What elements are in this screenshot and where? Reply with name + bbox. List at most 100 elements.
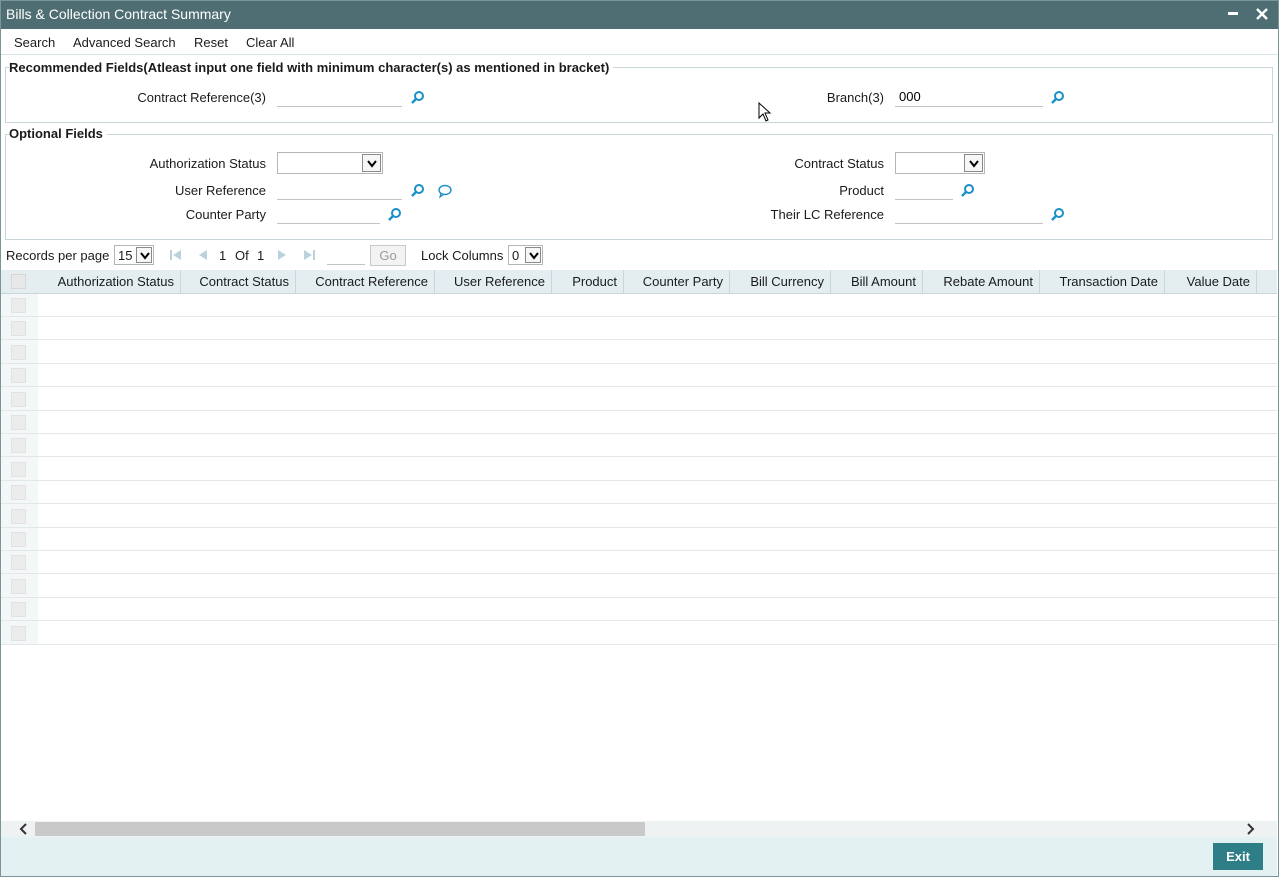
contract-reference-input[interactable] [277, 87, 402, 107]
chevron-down-icon [525, 247, 541, 263]
counter-party-label: Counter Party [185, 207, 266, 222]
table-row[interactable] [1, 622, 1277, 645]
row-checkbox[interactable] [11, 298, 26, 313]
minimize-icon[interactable] [1227, 3, 1239, 25]
search-button[interactable]: Search [14, 35, 55, 50]
row-checkbox[interactable] [11, 415, 26, 430]
user-reference-input[interactable] [277, 180, 402, 200]
clear-all-button[interactable]: Clear All [246, 35, 294, 50]
contract-status-select[interactable] [895, 152, 985, 174]
row-checkbox[interactable] [11, 368, 26, 384]
column-header-user-reference[interactable]: User Reference [435, 270, 552, 294]
table-row[interactable] [1, 458, 1277, 481]
chevron-down-icon [964, 154, 983, 172]
previous-page-icon[interactable] [196, 248, 210, 262]
first-page-icon[interactable] [169, 248, 183, 262]
row-checkbox[interactable] [11, 438, 26, 454]
speech-bubble-icon[interactable] [437, 183, 453, 199]
branch-lookup-icon[interactable] [1050, 90, 1066, 106]
column-header-transaction-date[interactable]: Transaction Date [1040, 270, 1165, 294]
footer-bar: Exit [1, 837, 1277, 876]
column-header-product[interactable]: Product [552, 270, 624, 294]
table-row[interactable] [1, 598, 1277, 622]
window-titlebar: Bills & Collection Contract Summary [0, 0, 1279, 29]
table-row[interactable] [1, 505, 1277, 528]
chevron-down-icon [136, 247, 152, 263]
column-header-contract-status[interactable]: Contract Status [181, 270, 296, 294]
current-page: 1 [219, 248, 227, 263]
column-header-counter-party[interactable]: Counter Party [624, 270, 730, 294]
row-checkbox[interactable] [11, 532, 26, 547]
column-header-contract-reference[interactable]: Contract Reference [296, 270, 435, 294]
lock-columns-select[interactable]: 0 [508, 245, 543, 265]
contract-reference-label: Contract Reference(3) [137, 90, 266, 105]
total-pages: 1 [257, 248, 265, 263]
next-page-icon[interactable] [275, 248, 289, 262]
user-reference-label: User Reference [174, 183, 266, 198]
of-label: Of [235, 248, 249, 263]
lock-columns-value: 0 [512, 248, 520, 263]
counter-party-input[interactable] [277, 204, 380, 224]
reset-button[interactable]: Reset [194, 35, 228, 50]
their-lc-reference-input[interactable] [895, 204, 1043, 224]
go-button[interactable]: Go [370, 245, 406, 266]
authorization-status-select[interactable] [277, 152, 383, 174]
row-checkbox[interactable] [11, 485, 26, 501]
row-checkbox[interactable] [11, 391, 26, 407]
horizontal-scrollbar[interactable] [1, 821, 1277, 837]
table-row[interactable] [1, 575, 1277, 598]
user-reference-lookup-icon[interactable] [410, 183, 426, 199]
authorization-status-label: Authorization Status [149, 156, 266, 171]
contract-reference-lookup-icon[interactable] [410, 90, 426, 106]
product-label: Product [839, 183, 884, 198]
table-row[interactable] [1, 341, 1277, 364]
advanced-search-button[interactable]: Advanced Search [73, 35, 176, 50]
records-per-page-select[interactable]: 15 [114, 245, 154, 265]
select-all-checkbox[interactable] [11, 274, 26, 289]
branch-input[interactable] [895, 87, 1043, 107]
table-row[interactable] [1, 551, 1277, 575]
scrollbar-thumb[interactable] [35, 822, 645, 836]
row-checkbox[interactable] [11, 625, 26, 641]
table-row[interactable] [1, 411, 1277, 434]
their-lc-reference-lookup-icon[interactable] [1050, 207, 1066, 223]
column-header-bill-amount[interactable]: Bill Amount [831, 270, 923, 294]
column-header-authorization-status[interactable]: Authorization Status [38, 270, 181, 294]
table-row[interactable] [1, 364, 1277, 388]
records-per-page-label: Records per page [6, 248, 110, 263]
counter-party-lookup-icon[interactable] [387, 207, 403, 223]
exit-button[interactable]: Exit [1213, 843, 1263, 870]
table-row[interactable] [1, 388, 1277, 411]
pagination-bar: Records per page 15 1 Of 1 Go Lock Colum… [0, 242, 1279, 268]
row-checkbox[interactable] [11, 321, 26, 337]
lock-columns-label: Lock Columns [421, 248, 504, 263]
their-lc-reference-label: Their LC Reference [770, 207, 884, 222]
row-checkbox[interactable] [11, 578, 26, 594]
row-checkbox[interactable] [11, 508, 26, 524]
table-row[interactable] [1, 294, 1277, 317]
table-row[interactable] [1, 528, 1277, 551]
row-checkbox[interactable] [11, 602, 26, 618]
toolbar: Search Advanced Search Reset Clear All [0, 30, 1279, 55]
product-input[interactable] [895, 180, 953, 200]
last-page-icon[interactable] [302, 248, 316, 262]
window-title: Bills & Collection Contract Summary [6, 6, 231, 22]
branch-label: Branch(3) [826, 90, 884, 105]
product-lookup-icon[interactable] [960, 183, 976, 199]
row-checkbox[interactable] [11, 344, 26, 360]
column-header-bill-currency[interactable]: Bill Currency [730, 270, 831, 294]
column-header-rebate-amount[interactable]: Rebate Amount [923, 270, 1040, 294]
close-icon[interactable] [1255, 4, 1269, 26]
chevron-down-icon [362, 154, 381, 172]
table-row[interactable] [1, 317, 1277, 341]
table-row[interactable] [1, 434, 1277, 458]
recommended-fields-heading: Recommended Fields(Atleast input one fie… [9, 60, 614, 75]
column-header-value-date[interactable]: Value Date [1165, 270, 1257, 294]
table-row[interactable] [1, 481, 1277, 505]
page-number-input[interactable] [327, 246, 365, 265]
row-checkbox[interactable] [11, 555, 26, 571]
contract-status-label: Contract Status [794, 156, 884, 171]
optional-fields-heading: Optional Fields [9, 126, 107, 141]
row-checkbox[interactable] [11, 461, 26, 477]
results-grid: Authorization Status Contract Status Con… [1, 270, 1277, 822]
